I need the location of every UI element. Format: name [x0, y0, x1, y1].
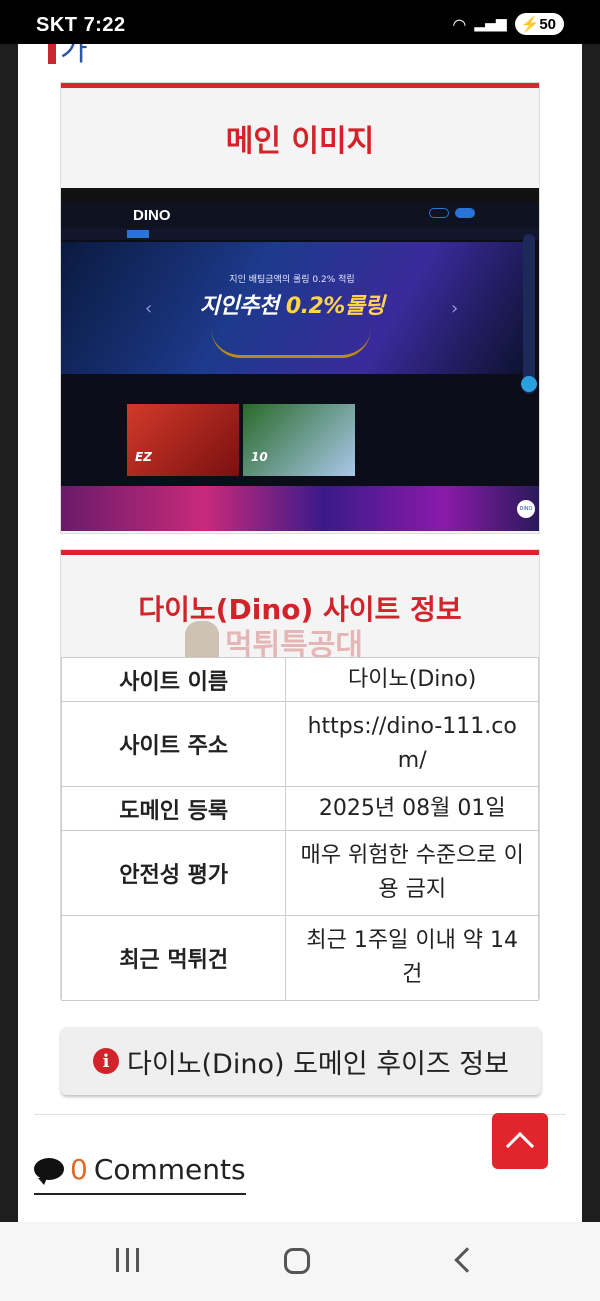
chevron-left-icon: ‹ [145, 298, 153, 319]
row-value: 2025년 08월 01일 [285, 786, 539, 831]
row-value: 매우 위험한 수준으로 이용 금지 [285, 830, 539, 916]
status-bar: SKT 7:22 ◠ ▂▄▆ ⚡50 [0, 0, 600, 44]
status-carrier-time: SKT 7:22 [36, 14, 126, 37]
banner-subtitle: 지인 배팅금액의 롤링 0.2% 적립 [229, 275, 355, 285]
table-row: 최근 먹튀건 최근 1주일 이내 약 14건 [60, 915, 539, 1001]
screenshot-dino-badge: DINO [517, 500, 535, 518]
battery-level: 50 [539, 16, 556, 33]
game-card-label: EZ [135, 450, 152, 464]
whois-info-button[interactable]: i 다이노(Dino) 도메인 후이즈 정보 [61, 1027, 541, 1095]
row-label: 도메인 등록 [60, 786, 287, 831]
comments-label: Comments [93, 1152, 246, 1186]
screenshot-banner: 지인 배팅금액의 롤링 0.2% 적립 지인추천 0.2%롤링 ‹ › [61, 242, 523, 374]
page-gutter-left [0, 44, 18, 1222]
battery-indicator: ⚡50 [514, 13, 564, 35]
table-row: 사이트 주소 https://dino-111.com/ [60, 701, 539, 787]
main-image-card: 메인 이미지 DINO 지인 배팅금액의 롤링 0.2% 적립 지인추천 0.2… [60, 82, 540, 534]
carrier-label: SKT [36, 14, 78, 36]
heading-fragment: 가 [48, 44, 88, 68]
row-value: 다이노(Dino) [285, 657, 539, 702]
chevron-right-icon: › [451, 298, 459, 319]
wifi-icon: ◠ [452, 14, 467, 34]
screenshot-game-card: 10 [243, 404, 355, 476]
screenshot-side-menu [523, 234, 535, 394]
game-card-label: 10 [251, 450, 268, 464]
row-label: 최근 먹튀건 [60, 915, 287, 1001]
row-value[interactable]: https://dino-111.com/ [285, 701, 539, 787]
screenshot-casino-strip: DINO [61, 486, 539, 531]
screenshot-ticker [61, 228, 539, 240]
screenshot-side-button [521, 376, 537, 392]
main-image-title: 메인 이미지 [61, 88, 539, 188]
home-button[interactable] [284, 1248, 310, 1274]
page-gutter-right [582, 44, 600, 1222]
screenshot-logo: DINO [133, 206, 171, 224]
comment-icon [34, 1158, 64, 1185]
info-icon: i [93, 1048, 119, 1074]
site-screenshot[interactable]: DINO 지인 배팅금액의 롤링 0.2% 적립 지인추천 0.2%롤링 ‹ ›… [61, 188, 539, 531]
banner-title-prefix: 지인추천 [199, 294, 279, 319]
signal-icon: ▂▄▆ [474, 16, 507, 32]
site-info-table: 사이트 이름 다이노(Dino) 사이트 주소 https://dino-111… [60, 657, 539, 1001]
recent-apps-button[interactable] [116, 1248, 139, 1272]
scroll-to-top-button[interactable] [492, 1113, 548, 1169]
chevron-up-icon [505, 1131, 535, 1161]
page-content[interactable]: 가 메인 이미지 DINO 지인 배팅금액의 롤링 0.2% 적립 지인추천 0… [18, 44, 582, 1222]
banner-title-highlight: 0.2%롤링 [285, 294, 385, 319]
heading-fragment-text: 가 [60, 44, 88, 68]
divider [34, 1114, 566, 1115]
screenshot-auth-buttons [429, 208, 475, 218]
screenshot-game-card: EZ [127, 404, 239, 476]
comment-count: 0 [70, 1152, 88, 1186]
comments-header[interactable]: 0 Comments [34, 1149, 246, 1195]
row-label: 안전성 평가 [60, 830, 287, 916]
screenshot-topbar [61, 188, 539, 202]
row-label: 사이트 주소 [60, 701, 287, 787]
clock: 7:22 [83, 14, 126, 36]
android-nav-bar [0, 1222, 600, 1301]
back-button[interactable] [454, 1247, 480, 1273]
site-info-card: 다이노(Dino) 사이트 정보 먹튀특공대 사이트 이름 다이노(Dino) … [60, 549, 540, 1001]
heading-accent-bar [48, 44, 56, 64]
whois-button-label: 다이노(Dino) 도메인 후이즈 정보 [127, 1048, 509, 1080]
status-icons: ◠ ▂▄▆ ⚡50 [452, 13, 564, 35]
table-row: 안전성 평가 매우 위험한 수준으로 이용 금지 [60, 830, 539, 916]
banner-arc [211, 328, 371, 358]
row-value: 최근 1주일 이내 약 14건 [285, 915, 539, 1001]
row-label: 사이트 이름 [60, 657, 287, 702]
table-row: 도메인 등록 2025년 08월 01일 [60, 786, 539, 831]
table-row: 사이트 이름 다이노(Dino) [60, 657, 539, 702]
